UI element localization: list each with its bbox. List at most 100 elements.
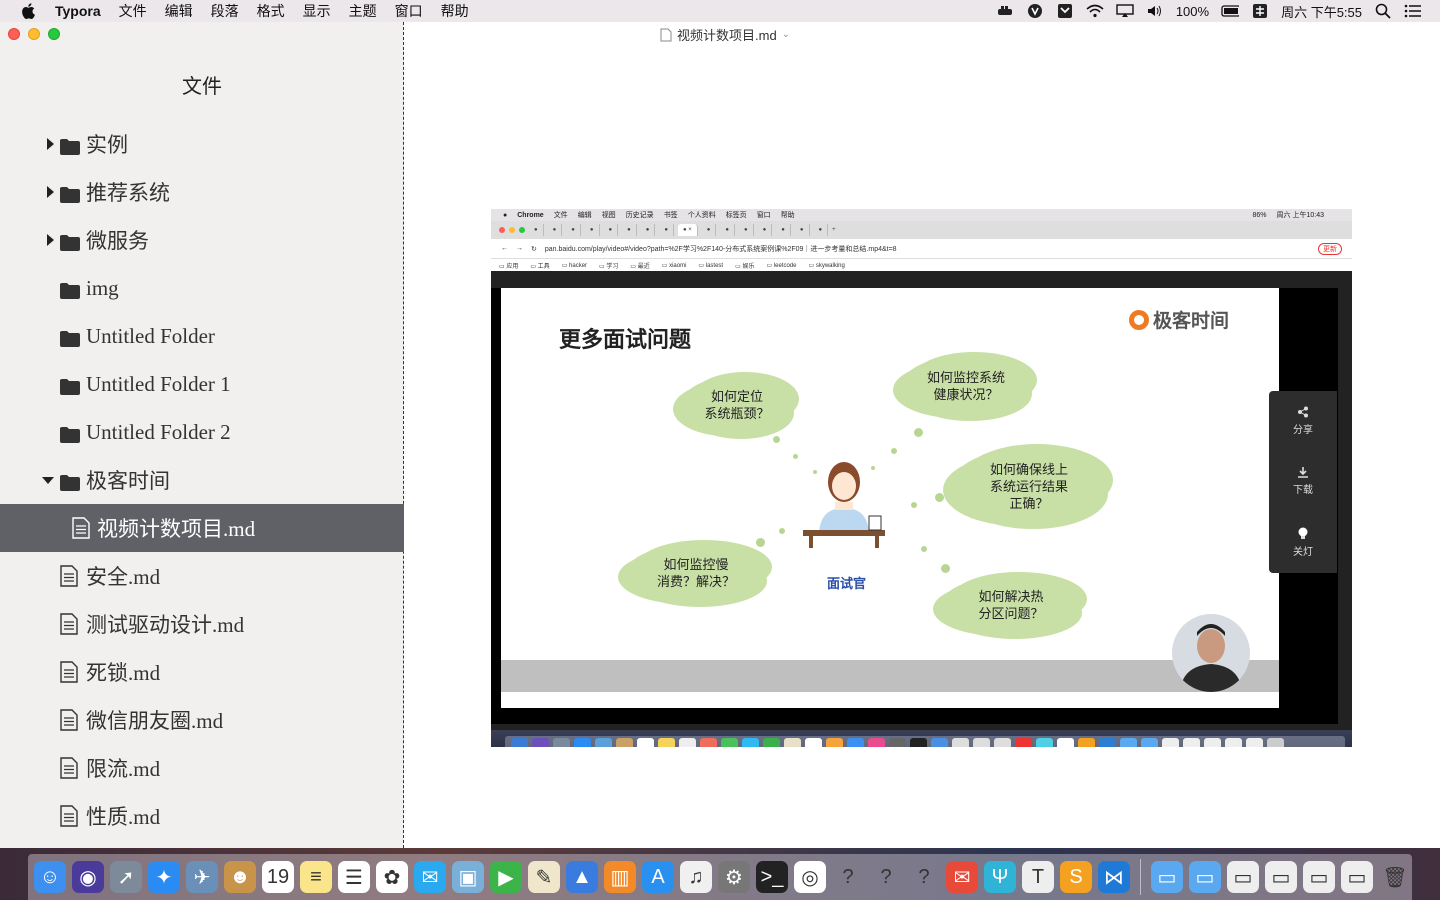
mail-icon[interactable]: ✉: [946, 861, 978, 893]
folder-icon[interactable]: ▭: [1189, 861, 1221, 893]
unknown-app-icon[interactable]: ?: [908, 861, 940, 893]
wifi-icon[interactable]: [1086, 3, 1104, 19]
embedded-dock-app-icon: [1057, 737, 1074, 747]
zoom-window-button[interactable]: [48, 28, 60, 40]
connector-dot: [779, 528, 785, 534]
disclosure-down-icon[interactable]: [42, 476, 54, 484]
sidebar-item-label: 微信朋友圈.md: [86, 709, 224, 733]
docker-icon[interactable]: [996, 3, 1014, 19]
sidebar-folder[interactable]: 微服务: [0, 216, 404, 264]
close-window-button[interactable]: [8, 28, 20, 40]
terminal-icon[interactable]: >_: [756, 861, 788, 893]
app-store-icon[interactable]: A: [642, 861, 674, 893]
sidebar-folder[interactable]: 实例: [0, 120, 404, 168]
vscode-icon[interactable]: ⋈: [1098, 861, 1130, 893]
folder-icon: [60, 232, 80, 251]
app-status-icon[interactable]: [1056, 3, 1074, 19]
menu-help[interactable]: 帮助: [441, 1, 469, 21]
input-method-icon[interactable]: [1251, 3, 1269, 19]
embedded-dock-app-icon: [742, 737, 759, 747]
menu-format[interactable]: 格式: [257, 1, 285, 21]
embedded-screenshot-image[interactable]: ● Chrome 文件 编辑 视图 历史记录 书签 个人资料 标签页 窗口 帮助…: [491, 209, 1352, 747]
menu-theme[interactable]: 主题: [349, 1, 377, 21]
sidebar-file[interactable]: 测试驱动设计.md: [0, 600, 404, 648]
folder-icon[interactable]: ▭: [1151, 861, 1183, 893]
embedded-bookmark: ▭ hacker: [561, 262, 588, 269]
sidebar-folder[interactable]: Untitled Folder: [0, 312, 404, 360]
embedded-dock-app-icon: [511, 737, 528, 747]
safari-icon[interactable]: ✦: [148, 861, 180, 893]
airplay-icon[interactable]: [1116, 3, 1134, 19]
music-icon[interactable]: ♫: [680, 861, 712, 893]
menu-edit[interactable]: 编辑: [165, 1, 193, 21]
embedded-dock-app-icon: [784, 737, 801, 747]
embedded-tab: ●: [566, 224, 581, 236]
calendar-icon[interactable]: 19: [262, 861, 294, 893]
vpn-icon[interactable]: [1026, 3, 1044, 19]
unknown-app-icon[interactable]: ?: [870, 861, 902, 893]
sidebar-file[interactable]: 安全.md: [0, 552, 404, 600]
finder-icon[interactable]: ☺: [34, 861, 66, 893]
minimize-window-button[interactable]: [28, 28, 40, 40]
sidebar-file[interactable]: 限流.md: [0, 744, 404, 792]
chrome-icon[interactable]: ◎: [794, 861, 826, 893]
sidebar-folder[interactable]: 极客时间: [0, 456, 404, 504]
embedded-tab: ●: [529, 224, 544, 236]
window-thumbnail-icon[interactable]: ▭: [1227, 861, 1259, 893]
spotlight-icon[interactable]: [1374, 3, 1392, 19]
sidebar-folder[interactable]: 推荐系统: [0, 168, 404, 216]
disclosure-right-icon[interactable]: [47, 234, 54, 246]
sublime-icon[interactable]: S: [1060, 861, 1092, 893]
menu-paragraph[interactable]: 段落: [211, 1, 239, 21]
sidebar-file[interactable]: 性质.md: [0, 792, 404, 840]
notification-center-icon[interactable]: [1404, 3, 1422, 19]
notes-icon[interactable]: ≡: [300, 861, 332, 893]
embedded-dock-app-icon: [1141, 737, 1158, 747]
sidebar-folder[interactable]: Untitled Folder 1: [0, 360, 404, 408]
menu-file[interactable]: 文件: [119, 1, 147, 21]
sidebar-folder[interactable]: Untitled Folder 2: [0, 408, 404, 456]
keynote-icon[interactable]: ▲: [566, 861, 598, 893]
menu-app-typora[interactable]: Typora: [55, 3, 101, 19]
messages-icon[interactable]: ✉: [414, 861, 446, 893]
document-title[interactable]: 视频计数项目.md ⌄: [660, 25, 790, 44]
battery-icon[interactable]: [1221, 3, 1240, 19]
menu-window[interactable]: 窗口: [395, 1, 423, 21]
trash-icon[interactable]: 🗑: [1379, 861, 1411, 893]
embedded-menu-chrome: Chrome: [517, 211, 544, 219]
disclosure-right-icon[interactable]: [47, 186, 54, 198]
embedded-tab-active: ● ×: [678, 224, 698, 236]
facetime-icon[interactable]: ▶: [490, 861, 522, 893]
sidebar-file[interactable]: 微信朋友圈.md: [0, 696, 404, 744]
textedit-icon[interactable]: ✎: [528, 861, 560, 893]
unknown-app-icon[interactable]: ?: [832, 861, 864, 893]
books-icon[interactable]: ▥: [604, 861, 636, 893]
typora-icon[interactable]: T: [1022, 861, 1054, 893]
clock[interactable]: 周六 下午5:55: [1281, 2, 1362, 21]
file-sidebar: 文件 实例 推荐系统 微服务 img Untitled Folder Untitled F…: [0, 22, 404, 848]
disclosure-right-icon[interactable]: [47, 138, 54, 150]
volume-icon[interactable]: [1146, 3, 1164, 19]
launchpad-icon[interactable]: ➚: [110, 861, 142, 893]
apple-icon[interactable]: [21, 3, 37, 19]
sidebar-file[interactable]: 死锁.md: [0, 648, 404, 696]
menu-view[interactable]: 显示: [303, 1, 331, 21]
sidebar-file[interactable]: 视频计数项目.md: [0, 504, 404, 552]
photos-icon[interactable]: ✿: [376, 861, 408, 893]
siri-icon[interactable]: ◉: [72, 861, 104, 893]
preview-icon[interactable]: ✈: [186, 861, 218, 893]
cloud-question: 如何解决热 分区问题？: [941, 576, 1081, 634]
sidebar-item-label: 性质.md: [86, 805, 161, 829]
sourcetree-icon[interactable]: Ψ: [984, 861, 1016, 893]
image-capture-icon[interactable]: ▣: [452, 861, 484, 893]
window-thumbnail-icon[interactable]: ▭: [1265, 861, 1297, 893]
system-preferences-icon[interactable]: ⚙: [718, 861, 750, 893]
window-thumbnail-icon[interactable]: ▭: [1341, 861, 1373, 893]
embedded-tab: ●: [720, 224, 736, 236]
embedded-dock-app-icon: [952, 737, 969, 747]
embedded-clock: 周六 上午10:43: [1276, 212, 1324, 219]
window-thumbnail-icon[interactable]: ▭: [1303, 861, 1335, 893]
reminders-icon[interactable]: ☰: [338, 861, 370, 893]
sidebar-folder[interactable]: img: [0, 264, 404, 312]
contacts-icon[interactable]: ☻: [224, 861, 256, 893]
